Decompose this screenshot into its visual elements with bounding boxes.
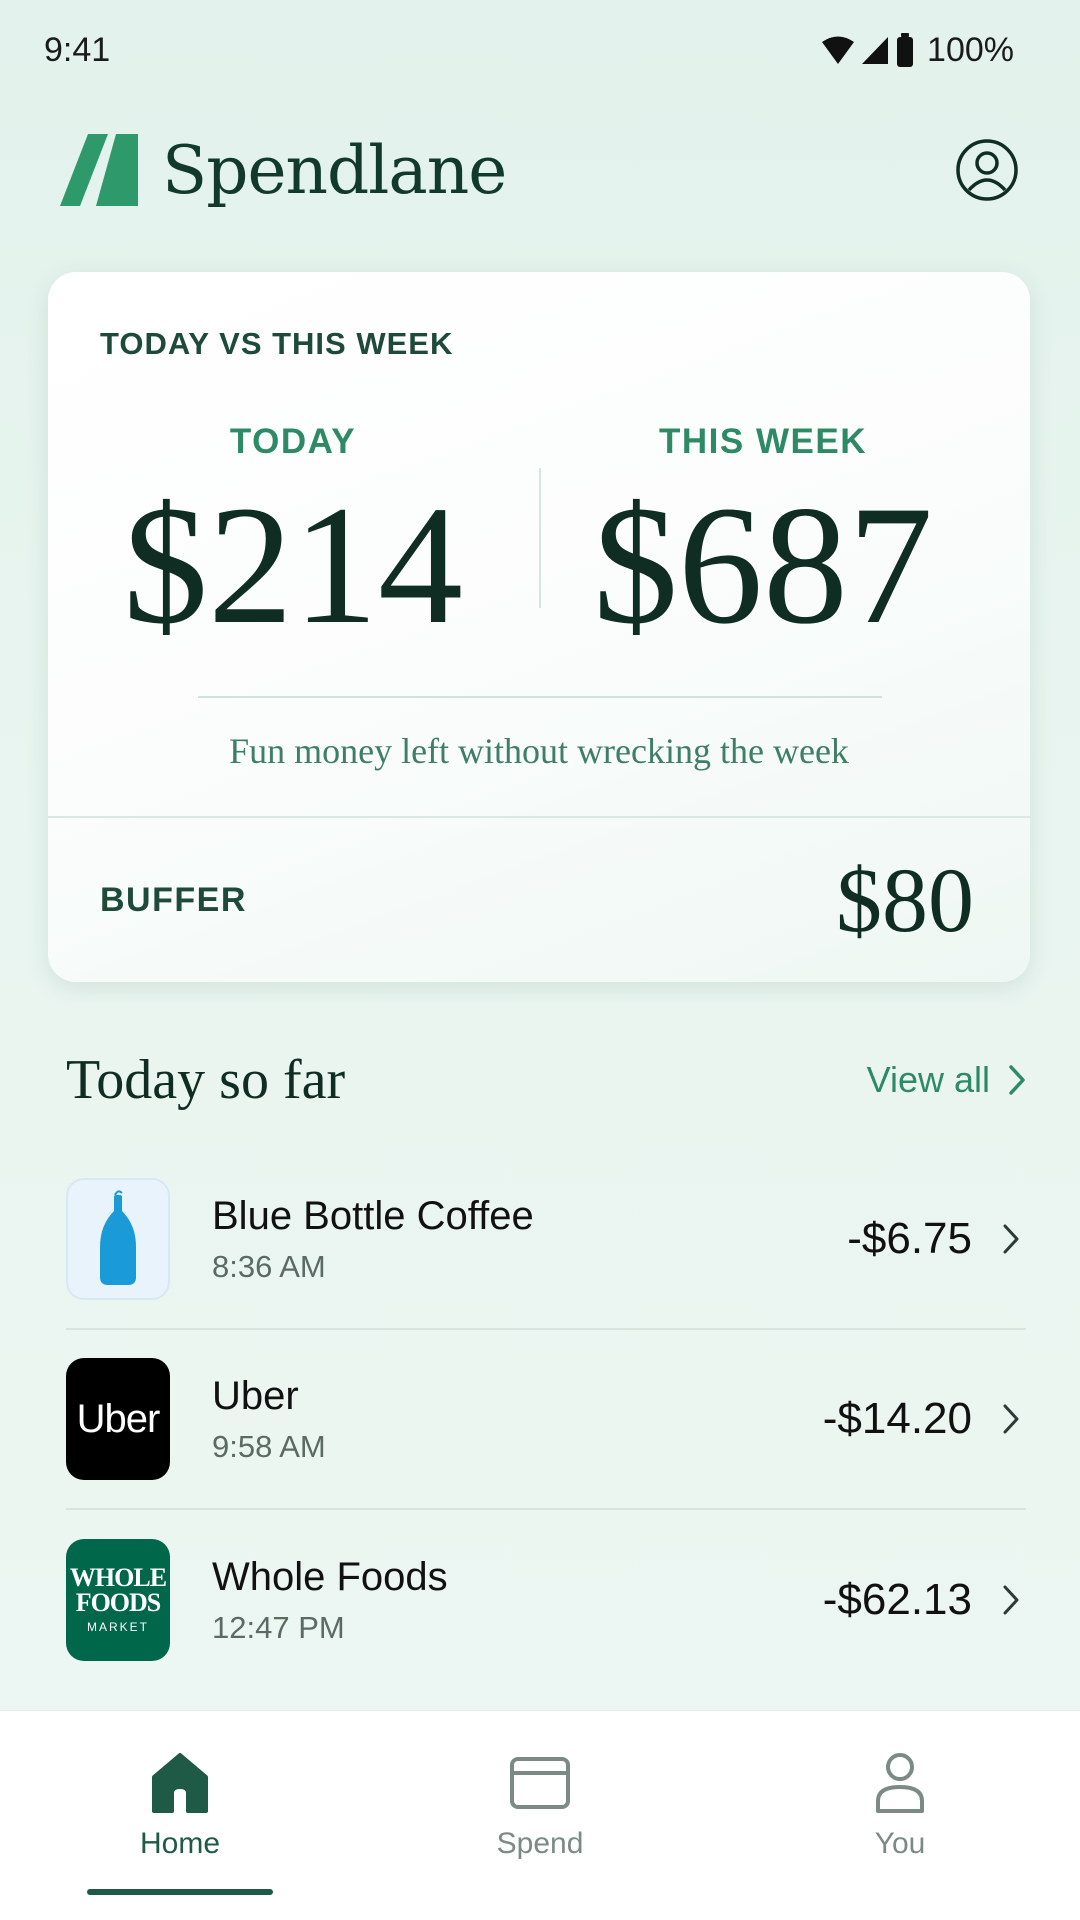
chevron-right-icon [1002,1584,1026,1616]
whole-foods-logo-line: MARKET [86,1619,149,1634]
stat-divider [539,468,541,608]
chevron-right-icon [1002,1403,1026,1435]
app-header: Spendlane [60,120,1020,220]
whole-foods-logo-line: FOODS [75,1588,162,1617]
view-all-link[interactable]: View all [867,1059,1026,1101]
today-section-header: Today so far View all [66,1040,1026,1120]
today-label: TODAY [229,422,357,461]
view-all-label: View all [866,1059,990,1100]
bottle-icon [100,1190,136,1285]
card-divider [198,696,882,698]
buffer-label: BUFFER [100,880,247,919]
battery-icon [897,33,914,67]
buffer-value: $80 [836,849,974,951]
app-title: Spendlane [162,131,507,209]
section-title: Today so far [66,1049,346,1111]
status-time: 9:41 [44,30,111,69]
merchant-name: Blue Bottle Coffee [212,1193,534,1238]
transaction-amount: -$14.20 [822,1394,972,1443]
chevron-right-icon [1002,1223,1026,1255]
summary-card: TODAY VS THIS WEEK TODAY $214 THIS WEEK … [48,272,1030,982]
transaction-row[interactable]: Blue Bottle Coffee 8:36 AM -$6.75 [66,1150,1026,1330]
card-heading: TODAY VS THIS WEEK [100,326,454,361]
transaction-info: Uber 9:58 AM [212,1374,823,1465]
merchant-name: Uber [212,1373,299,1418]
transaction-time: 12:47 PM [212,1609,345,1645]
card-tagline: Fun money left without wrecking the week [229,731,849,771]
nav-spend[interactable]: Spend [360,1711,720,1920]
transaction-info: Blue Bottle Coffee 8:36 AM [212,1194,847,1285]
status-bar: 9:41 100% [0,0,1080,100]
card-icon [510,1757,570,1809]
home-icon [152,1753,208,1813]
spendlane-logo-icon [60,134,138,206]
nav-home-label: Home [139,1827,221,1860]
person-icon [876,1753,924,1813]
nav-you[interactable]: You [720,1711,1080,1920]
week-stat: THIS WEEK $687 [548,422,978,650]
today-value: $214 [123,471,463,659]
active-tab-indicator [87,1889,273,1895]
brand: Spendlane [60,131,507,209]
uber-logo: Uber [66,1358,170,1480]
whole-foods-logo: WHOLE FOODS MARKET [66,1539,170,1661]
nav-spend-label: Spend [496,1827,584,1860]
transaction-row[interactable]: Uber Uber 9:58 AM -$14.20 [66,1330,1026,1510]
nav-you-label: You [874,1827,926,1860]
today-stat: TODAY $214 [78,422,508,650]
bottom-nav: Home Spend You [0,1710,1080,1920]
profile-button[interactable] [954,137,1020,203]
status-icons: 100% [821,31,1014,70]
chevron-right-icon [1009,1065,1025,1095]
transaction-amount: -$6.75 [847,1214,972,1263]
transaction-row[interactable]: WHOLE FOODS MARKET Whole Foods 12:47 PM … [66,1510,1026,1690]
week-value: $687 [593,471,933,659]
battery-percent: 100% [927,30,1014,69]
buffer-row: BUFFER $80 [48,816,1030,982]
wifi-icon [822,36,855,64]
transaction-time: 8:36 AM [212,1248,326,1284]
transaction-time: 9:58 AM [212,1428,326,1464]
merchant-name: Whole Foods [212,1554,448,1599]
transaction-info: Whole Foods 12:47 PM [212,1555,823,1646]
blue-bottle-logo [66,1178,170,1300]
account-circle-icon [956,139,1018,201]
cellular-signal-icon [862,37,889,64]
transaction-list: Blue Bottle Coffee 8:36 AM -$6.75 Uber U… [66,1150,1026,1690]
week-label: THIS WEEK [659,422,867,461]
uber-logo-text: Uber [76,1396,161,1441]
transaction-amount: -$62.13 [822,1575,972,1624]
nav-home[interactable]: Home [0,1711,360,1920]
